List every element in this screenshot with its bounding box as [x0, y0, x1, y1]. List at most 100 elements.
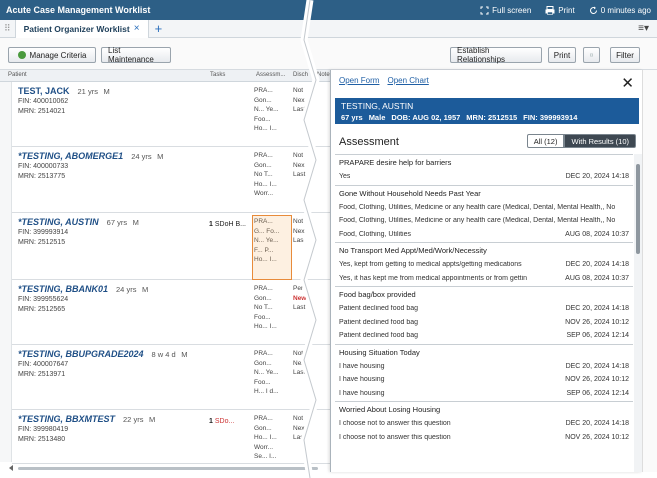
- assessment-heading: Assessment: [339, 136, 399, 148]
- mrn-text: MRN: 2514021: [18, 108, 66, 115]
- section-title: No Transport Med Appt/Med/Work/Necessity: [339, 246, 487, 255]
- print-top-label: Print: [558, 5, 575, 15]
- list-item: Patient declined food bag SEP 06, 2024 12…: [339, 332, 629, 340]
- assessment-cell[interactable]: PRA... Gon... Ho... I... Worr... Se... I...: [254, 414, 277, 462]
- fin-text: FIN: 399955624: [18, 296, 69, 303]
- table-row[interactable]: *TESTING, BBXMTEST 22 yrs M FIN: 39998041…: [12, 410, 330, 464]
- vertical-scroll-thumb[interactable]: [636, 164, 640, 254]
- close-tab-icon[interactable]: ×: [134, 23, 140, 34]
- fin-text: FIN: 400007647: [18, 361, 69, 368]
- section-title: PRAPARE desire help for barriers: [339, 158, 452, 167]
- patient-name: *TESTING, BBANK01 24 yrs M: [18, 284, 149, 294]
- mrn-text: MRN: 2513971: [18, 371, 66, 378]
- table-row[interactable]: TEST, JACK 21 yrs M FIN: 400010062 MRN: 2…: [12, 82, 330, 147]
- print-top-button[interactable]: Print: [545, 5, 575, 15]
- open-form-link[interactable]: Open Form: [339, 76, 379, 85]
- print-button[interactable]: Print: [548, 47, 576, 63]
- assessment-cell[interactable]: PRA... Gon... N... Ye... Foo... H... I d...: [254, 349, 279, 397]
- patient-name: TEST, JACK 21 yrs M: [18, 86, 110, 96]
- row-selector-strip: [0, 82, 12, 462]
- vertical-scrollbar[interactable]: [634, 154, 642, 472]
- list-item: I have housing SEP 06, 2024 12:14: [339, 389, 629, 397]
- col-tasks[interactable]: Tasks: [210, 72, 225, 78]
- table-row[interactable]: *TESTING, ABOMERGE1 24 yrs M FIN: 4000007…: [12, 147, 330, 213]
- list-item: Patient declined food bag NOV 26, 2024 10…: [339, 318, 629, 326]
- result-filter-toggle: All (12) With Results (10): [526, 134, 636, 148]
- list-item: I choose not to answer this question NOV …: [339, 433, 629, 441]
- assessment-section: Gone Without Household Needs Past Year F…: [335, 184, 633, 243]
- scroll-left-icon[interactable]: [8, 464, 14, 472]
- col-assessment[interactable]: Assessm...: [256, 72, 285, 78]
- app-title: Acute Case Management Worklist: [6, 5, 151, 15]
- close-panel-icon[interactable]: ✕: [621, 74, 634, 92]
- fin-text: FIN: 400000733: [18, 163, 69, 170]
- manage-criteria-label: Manage Criteria: [29, 50, 87, 60]
- toolbar: Manage Criteria List Maintenance Establi…: [0, 38, 657, 70]
- mrn-text: MRN: 2513480: [18, 436, 66, 443]
- fullscreen-label: Full screen: [492, 5, 532, 15]
- all-results-button[interactable]: All (12): [526, 134, 565, 148]
- list-item: I have housing NOV 26, 2024 10:12: [339, 376, 629, 384]
- tasks-cell[interactable]: 1 SDoH B...: [209, 221, 246, 228]
- assessment-section: Food bag/box provided Patient declined f…: [335, 286, 633, 344]
- banner-patient-name: TESTING, AUSTIN: [341, 101, 414, 111]
- tab-label: Patient Organizer Worklist: [23, 23, 130, 34]
- assessment-cell[interactable]: PRA... Gon... No T... Foo... Ho... I...: [254, 284, 277, 332]
- assessment-list: PRAPARE desire help for barriers Yes DEC …: [335, 154, 633, 472]
- tab-menu-icon[interactable]: ≡▾: [638, 23, 649, 34]
- assessment-section: Housing Situation Today I have housing DE…: [335, 343, 633, 402]
- section-title: Worried About Losing Housing: [339, 405, 441, 414]
- tab-patient-organizer-worklist[interactable]: Patient Organizer Worklist ×: [14, 19, 149, 38]
- patient-name: *TESTING, BBXMTEST 22 yrs M: [18, 414, 156, 424]
- tab-bar: ⠿ Patient Organizer Worklist × + ≡▾: [0, 19, 657, 38]
- fin-text: FIN: 400010062: [18, 98, 69, 105]
- drag-handle-icon[interactable]: ⠿: [4, 23, 11, 34]
- list-item: Food, Clothing, Utilities AUG 08, 2024 10…: [339, 230, 629, 238]
- tasks-cell[interactable]: 1 SDo...: [209, 418, 234, 425]
- list-item: Yes DEC 20, 2024 14:18: [339, 173, 629, 181]
- list-maintenance-button[interactable]: List Maintenance: [101, 46, 171, 64]
- filter-button[interactable]: Filter: [610, 47, 640, 63]
- refresh-label: 0 minutes ago: [600, 5, 651, 15]
- list-item: I have housing DEC 20, 2024 14:18: [339, 362, 629, 370]
- col-patient[interactable]: Patient: [8, 72, 27, 78]
- grid-header: Patient Tasks Assessm... Disch Note: [0, 70, 330, 82]
- box-icon: [590, 53, 593, 57]
- app-titlebar: Acute Case Management Worklist Full scre…: [0, 0, 657, 20]
- patient-name: *TESTING, AUSTIN 67 yrs M: [18, 217, 139, 227]
- assessment-cell[interactable]: PRA... Gon... N... Ye... Foo... Ho... I...: [254, 86, 279, 134]
- with-results-button[interactable]: With Results (10): [564, 134, 636, 148]
- small-action-button[interactable]: [583, 47, 600, 63]
- assessment-cell[interactable]: PRA... Gon... No T... Ho... I... Worr...: [254, 151, 277, 199]
- list-item: Food, Clothing, Utilities, Medicine or a…: [339, 203, 616, 211]
- section-title: Gone Without Household Needs Past Year: [339, 188, 481, 198]
- manage-criteria-button[interactable]: Manage Criteria: [8, 47, 96, 63]
- horizontal-scroll-thumb[interactable]: [18, 467, 318, 470]
- right-edge-strip: [642, 70, 657, 472]
- mrn-text: MRN: 2513775: [18, 173, 66, 180]
- fullscreen-button[interactable]: Full screen: [480, 6, 531, 15]
- fullscreen-icon: [480, 6, 489, 14]
- screenshot-break-divider: [300, 0, 320, 478]
- fin-text: FIN: 399993914: [18, 229, 69, 236]
- open-chart-link[interactable]: Open Chart: [387, 76, 428, 85]
- assessment-section: Worried About Losing Housing I choose no…: [335, 401, 633, 445]
- patient-detail-panel: Open Form Open Chart ✕ TESTING, AUSTIN 6…: [330, 70, 642, 472]
- section-title: Housing Situation Today: [339, 347, 420, 357]
- list-item: Food, Clothing, Utilities, Medicine or a…: [339, 217, 616, 225]
- patient-name: *TESTING, ABOMERGE1 24 yrs M: [18, 151, 164, 161]
- mrn-text: MRN: 2512515: [18, 239, 66, 246]
- refresh-button[interactable]: 0 minutes ago: [589, 6, 651, 15]
- selected-assessment-highlight[interactable]: [252, 215, 292, 280]
- add-tab-icon[interactable]: +: [155, 21, 163, 36]
- establish-relationships-button[interactable]: Establish Relationships: [450, 46, 542, 64]
- horizontal-scrollbar[interactable]: [8, 464, 328, 472]
- assessment-section: No Transport Med Appt/Med/Work/Necessity…: [335, 242, 633, 286]
- printer-icon: [545, 5, 555, 15]
- patient-banner: TESTING, AUSTIN 67 yrs Male DOB: AUG 02, 1…: [335, 98, 639, 124]
- table-row[interactable]: *TESTING, BBANK01 24 yrs M FIN: 399955624…: [12, 280, 330, 345]
- table-row[interactable]: *TESTING, BBUPGRADE2024 8 w 4 d M FIN: 40…: [12, 345, 330, 410]
- banner-demographics: 67 yrs Male DOB: AUG 02, 1957 MRN: 2512515 F…: [341, 113, 578, 122]
- mrn-text: MRN: 2512565: [18, 306, 66, 313]
- list-item: Patient declined food bag DEC 20, 2024 14…: [339, 305, 629, 313]
